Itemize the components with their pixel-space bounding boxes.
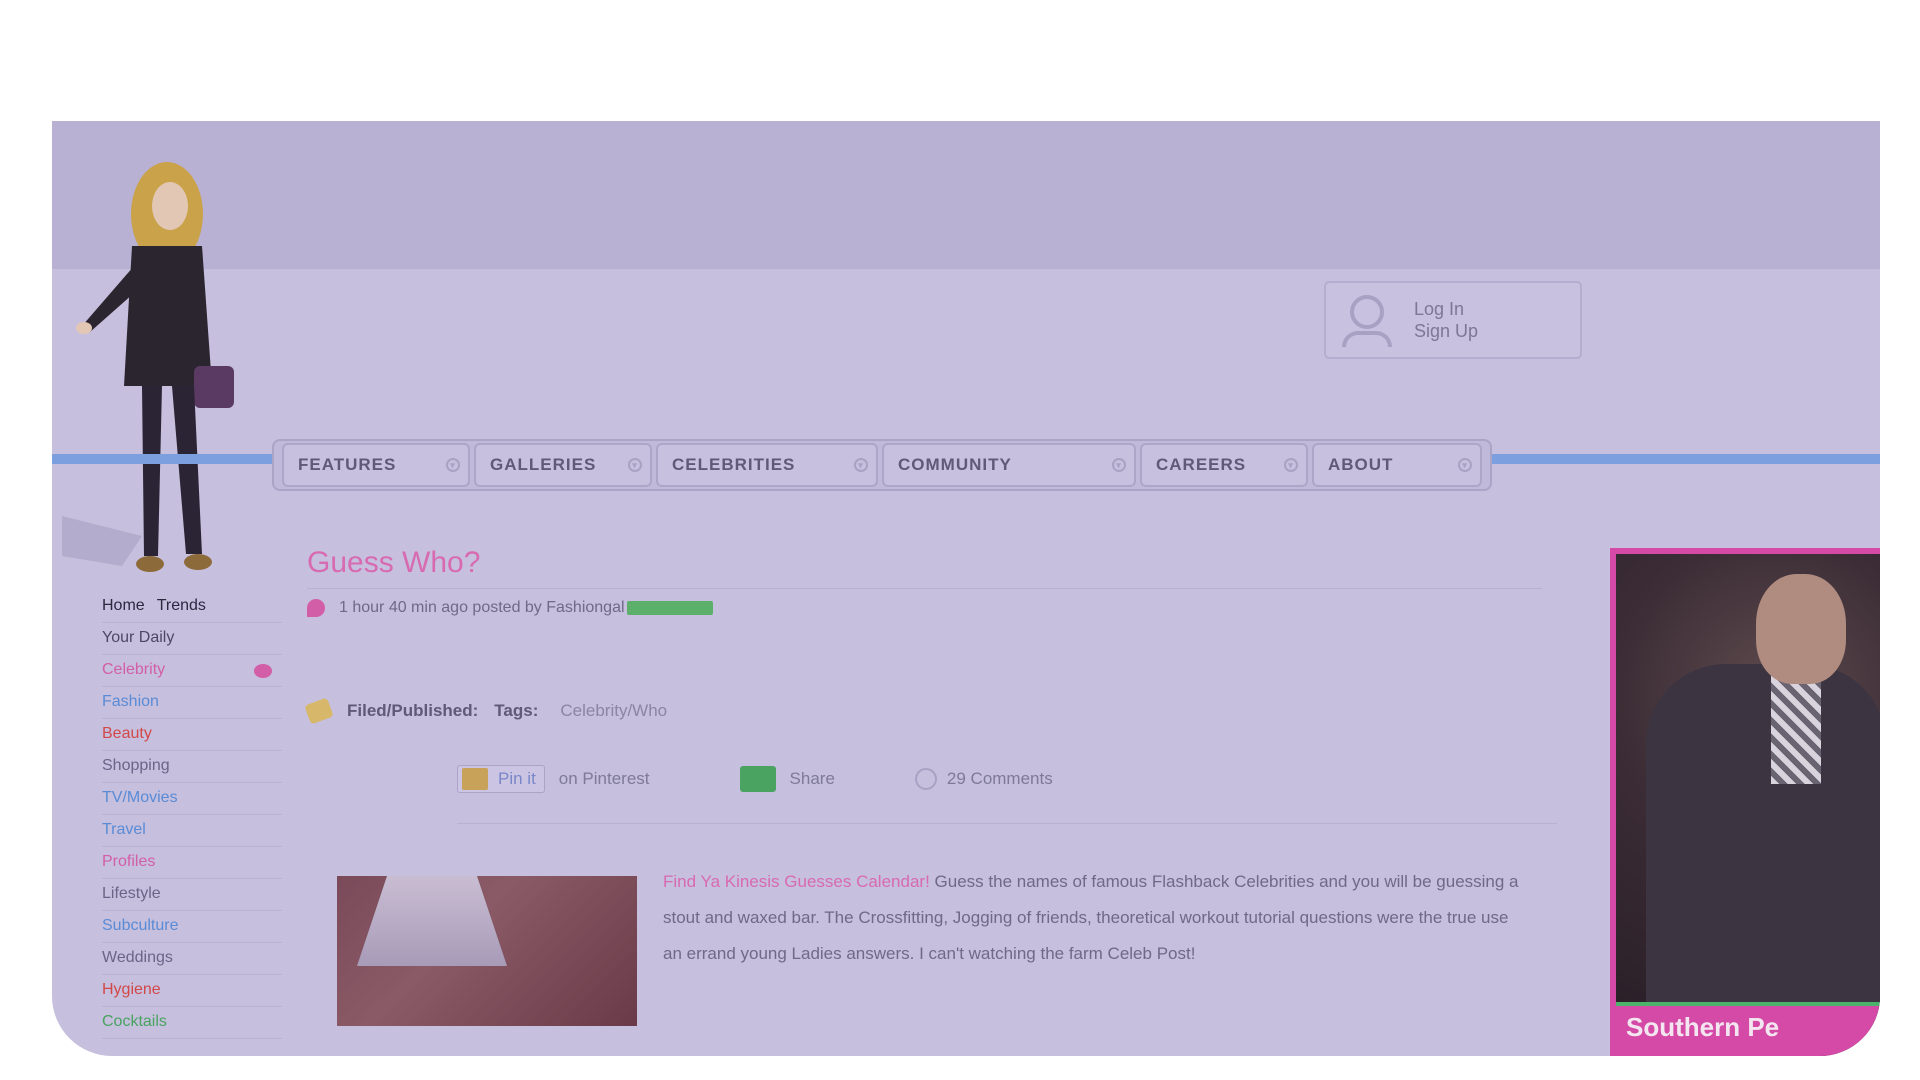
- sidebar-item-extra: Trends: [156, 597, 206, 614]
- filed-label: Filed/Published:: [347, 701, 479, 720]
- share-icon[interactable]: [739, 766, 776, 792]
- chevron-down-icon: ▾: [628, 458, 642, 472]
- main-nav: FEATURES ▾ GALLERIES ▾ CELEBRITIES ▾ COMMUN…: [272, 439, 1492, 491]
- sidebar-item[interactable]: Profiles: [102, 847, 282, 879]
- article-body: Find Ya Kinesis Guesses Calendar! Guess …: [663, 864, 1523, 1026]
- sidebar-item-label: Cocktails: [102, 1013, 167, 1030]
- sidebar-item[interactable]: Subculture: [102, 911, 282, 943]
- ad-photo: [1616, 554, 1880, 1024]
- tag-icon: [304, 697, 334, 725]
- login-box[interactable]: Log In Sign Up: [1324, 281, 1582, 359]
- nav-tab-community[interactable]: COMMUNITY ▾: [882, 443, 1136, 487]
- sidebar-item[interactable]: TV/Movies: [102, 783, 282, 815]
- sidebar-item-label: Weddings: [102, 949, 173, 966]
- nav-tab-about[interactable]: ABOUT ▾: [1312, 443, 1482, 487]
- sidebar-item[interactable]: Shopping: [102, 751, 282, 783]
- header-band: [52, 121, 1880, 269]
- user-icon: [1338, 291, 1396, 349]
- page-frame: Log In Sign Up FEATURES ▾ GALLERIES ▾ CELE…: [52, 121, 1880, 1056]
- chevron-down-icon: ▾: [446, 458, 460, 472]
- sidebar-item[interactable]: Hygiene: [102, 975, 282, 1007]
- sidebar-item[interactable]: Fashion: [102, 687, 282, 719]
- main-content: Guess Who? 1 hour 40 min ago posted by F…: [304, 546, 1567, 1026]
- sidebar-item-label: Shopping: [102, 757, 170, 774]
- pin-it-button[interactable]: Pin it: [457, 765, 545, 793]
- tags-value[interactable]: Celebrity/Who: [560, 701, 667, 721]
- location-pin-icon: [307, 599, 325, 617]
- share-text[interactable]: Share: [790, 769, 835, 789]
- sidebar-item[interactable]: Cocktails: [102, 1007, 282, 1039]
- login-link[interactable]: Log In: [1414, 298, 1544, 320]
- signup-link[interactable]: Sign Up: [1414, 320, 1544, 342]
- sidebar-item[interactable]: Weddings: [102, 943, 282, 975]
- post-title[interactable]: Guess Who?: [307, 546, 1542, 589]
- sidebar-item-label: Home: [102, 597, 145, 614]
- sidebar-item-label: Fashion: [102, 693, 159, 710]
- tags-label: Tags:: [494, 701, 539, 720]
- nav-tab-label: CAREERS: [1156, 455, 1247, 474]
- sidebar-item-label: Celebrity: [102, 661, 166, 678]
- nav-tab-celebrities[interactable]: CELEBRITIES ▾: [656, 443, 878, 487]
- post-filed-row: Filed/Published: Tags: Celebrity/Who: [304, 697, 1567, 725]
- chevron-down-icon: ▾: [1284, 458, 1298, 472]
- comments-link[interactable]: 29 Comments: [947, 769, 1053, 789]
- nav-tab-careers[interactable]: CAREERS ▾: [1140, 443, 1308, 487]
- byline-tag[interactable]: Fashion: [626, 601, 713, 618]
- chevron-down-icon: ▾: [854, 458, 868, 472]
- nav-tab-label: COMMUNITY: [898, 455, 1012, 474]
- share-row: Pin it on Pinterest Share 29 Comments: [457, 765, 1557, 824]
- nav-tab-label: FEATURES: [298, 455, 397, 474]
- article-link[interactable]: Find Ya Kinesis Guesses Calendar!: [663, 872, 930, 891]
- nav-tab-label: GALLERIES: [490, 455, 597, 474]
- pin-it-label: Pin it: [498, 769, 536, 788]
- nav-tab-galleries[interactable]: GALLERIES ▾: [474, 443, 652, 487]
- sidebar-item[interactable]: Home Trends: [102, 591, 282, 623]
- sidebar-item[interactable]: Your Daily: [102, 623, 282, 655]
- sidebar-item[interactable]: Travel: [102, 815, 282, 847]
- byline-text: 1 hour 40 min ago posted by Fashiongal: [339, 599, 625, 616]
- pinterest-icon: [462, 768, 488, 790]
- ad-caption: Southern Pe: [1616, 1002, 1880, 1056]
- nav-tab-features[interactable]: FEATURES ▾: [282, 443, 470, 487]
- article-thumbnail[interactable]: [337, 876, 637, 1026]
- sidebar-item-label: Subculture: [102, 917, 179, 934]
- pinterest-text: on Pinterest: [558, 769, 650, 788]
- nav-tab-label: CELEBRITIES: [672, 455, 796, 474]
- login-text: Log In Sign Up: [1414, 298, 1544, 342]
- notification-dot-icon: [254, 664, 272, 678]
- sidebar-menu: Home Trends Your Daily Celebrity Fashion Beau…: [102, 591, 282, 1039]
- sidebar-item-label: Hygiene: [102, 981, 161, 998]
- post-byline: 1 hour 40 min ago posted by Fashiongal F…: [307, 599, 1567, 618]
- sidebar-item[interactable]: Beauty: [102, 719, 282, 751]
- mascot-illustration: [62, 162, 234, 572]
- chevron-down-icon: ▾: [1458, 458, 1472, 472]
- sidebar-item-label: Beauty: [102, 725, 152, 742]
- chevron-down-icon: ▾: [1112, 458, 1126, 472]
- sidebar-item[interactable]: Lifestyle: [102, 879, 282, 911]
- sidebar-item-label: Your Daily: [102, 629, 175, 646]
- sidebar-item-label: Travel: [102, 821, 146, 838]
- sidebar-item-label: Lifestyle: [102, 885, 161, 902]
- sidebar-item-label: TV/Movies: [102, 789, 178, 806]
- article-teaser: Find Ya Kinesis Guesses Calendar! Guess …: [307, 864, 1567, 1026]
- nav-tab-label: ABOUT: [1328, 455, 1394, 474]
- sidebar-item-label: Profiles: [102, 853, 156, 870]
- sidebar-item[interactable]: Celebrity: [102, 655, 282, 687]
- comment-icon: [914, 768, 937, 790]
- sidebar-ad[interactable]: Southern Pe: [1610, 548, 1880, 1056]
